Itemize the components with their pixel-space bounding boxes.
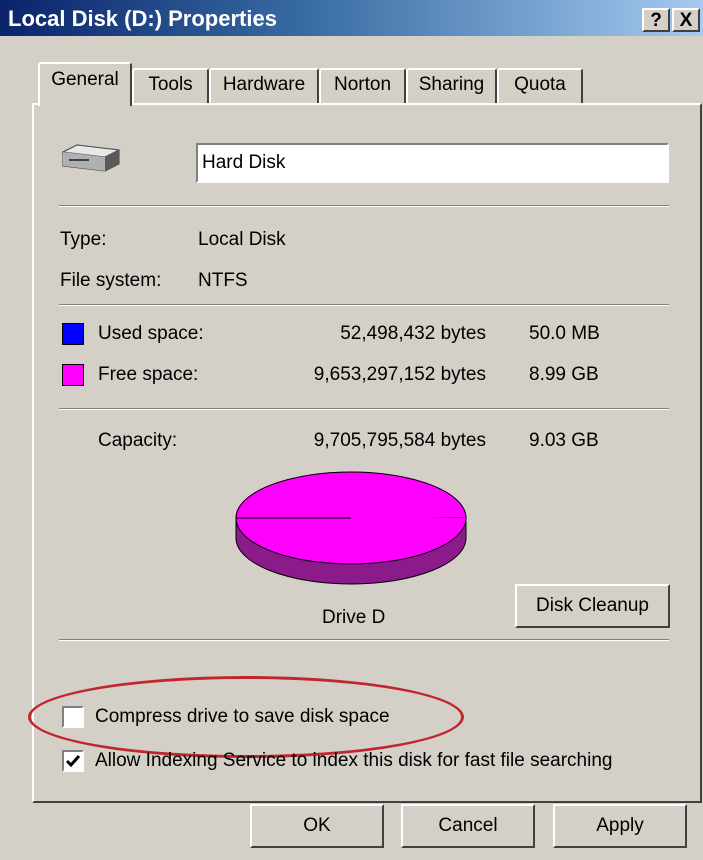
indexing-label[interactable]: Allow Indexing Service to index this dis…: [95, 750, 612, 772]
tab-hardware[interactable]: Hardware: [209, 68, 319, 104]
highlight-annotation: [28, 676, 464, 758]
window-title: Local Disk (D:) Properties: [8, 6, 277, 31]
close-button[interactable]: X: [672, 8, 700, 32]
used-space-bytes: 52,498,432 bytes: [340, 323, 486, 344]
separator: [59, 408, 669, 410]
used-space-swatch: [62, 323, 84, 345]
cancel-button[interactable]: Cancel: [401, 804, 535, 848]
free-space-bytes: 9,653,297,152 bytes: [313, 364, 486, 385]
help-button[interactable]: ?: [642, 8, 670, 32]
disk-cleanup-button[interactable]: Disk Cleanup: [515, 584, 670, 628]
apply-button[interactable]: Apply: [553, 804, 687, 848]
tab-norton[interactable]: Norton: [319, 68, 406, 104]
tab-general[interactable]: General: [38, 62, 132, 106]
type-label: Type:: [60, 229, 107, 250]
properties-window: Local Disk (D:) Properties ? X General T…: [0, 0, 703, 860]
hard-drive-icon: [61, 144, 121, 172]
used-space-label: Used space:: [98, 323, 204, 344]
separator: [59, 304, 669, 306]
capacity-size: 9.03 GB: [529, 430, 599, 451]
tab-sharing[interactable]: Sharing: [406, 68, 497, 104]
free-space-label: Free space:: [98, 364, 199, 385]
tab-quota[interactable]: Quota: [497, 68, 583, 104]
indexing-checkbox[interactable]: [62, 750, 84, 772]
capacity-bytes: 9,705,795,584 bytes: [313, 430, 486, 451]
drive-name-input[interactable]: [196, 143, 669, 183]
tab-tools[interactable]: Tools: [132, 68, 209, 104]
capacity-label: Capacity:: [98, 430, 178, 451]
separator: [59, 205, 669, 207]
title-bar[interactable]: Local Disk (D:) Properties ? X: [0, 0, 703, 36]
checkmark-icon: [65, 755, 81, 768]
disk-usage-pie-chart: [235, 471, 467, 585]
free-space-size: 8.99 GB: [529, 364, 599, 385]
ok-button[interactable]: OK: [250, 804, 384, 848]
file-system-value: NTFS: [198, 270, 248, 291]
separator: [59, 639, 669, 641]
drive-label: Drive D: [322, 607, 386, 628]
file-system-label: File system:: [60, 270, 162, 291]
free-space-swatch: [62, 364, 84, 386]
type-value: Local Disk: [198, 229, 286, 250]
used-space-size: 50.0 MB: [529, 323, 600, 344]
